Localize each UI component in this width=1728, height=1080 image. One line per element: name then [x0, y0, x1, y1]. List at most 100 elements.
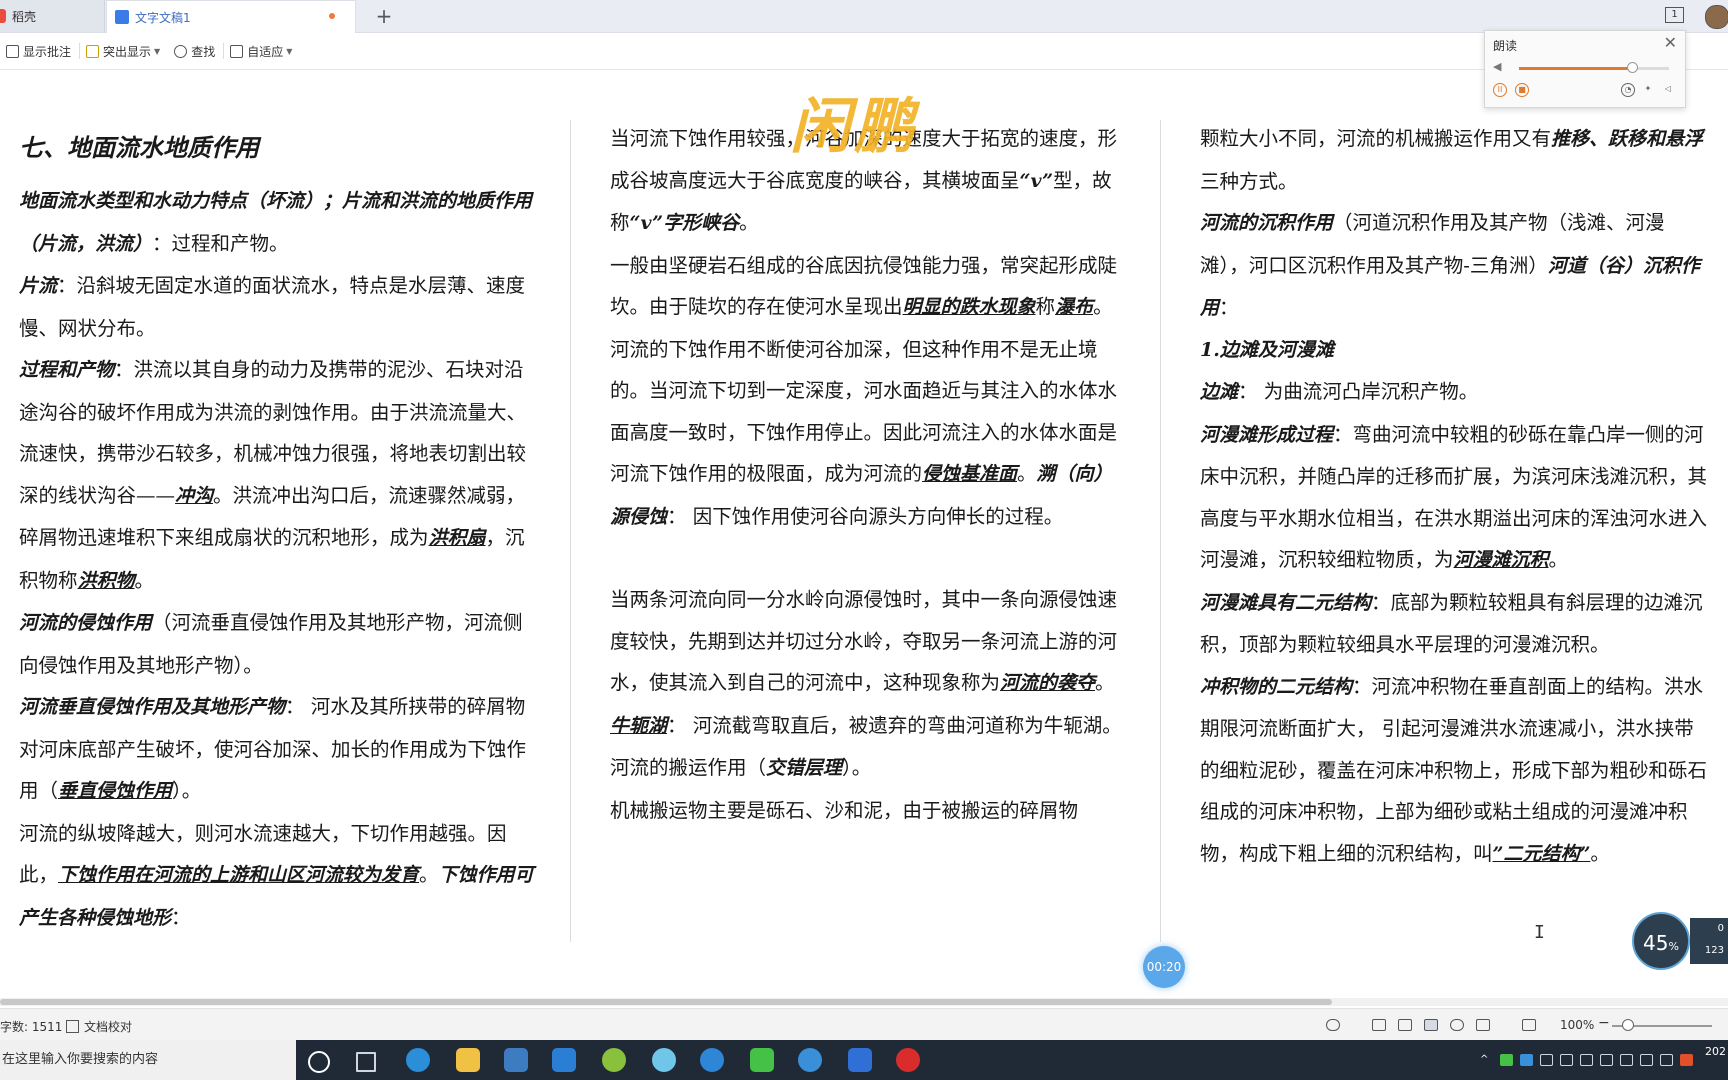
- paragraph: 河漫滩形成过程：弯曲河流中较粗的砂砾在靠凸岸一侧的河床中沉积，并随凸岸的迁移而扩…: [1200, 422, 1708, 572]
- watermark-logo: 闲鹏: [790, 92, 918, 162]
- paragraph: 冲积物的二元结构：河流冲积物在垂直剖面上的结构。洪水期限河流断面扩大， 引起河漫…: [1200, 674, 1708, 865]
- column-divider: [570, 120, 571, 942]
- highlight-button[interactable]: 突出显示 ▼: [86, 43, 160, 60]
- system-tray: ^ 202: [1478, 1040, 1728, 1080]
- settings-icon[interactable]: ◁: [1661, 83, 1675, 97]
- pen-icon[interactable]: [1476, 1019, 1490, 1031]
- fullscreen-icon[interactable]: [1522, 1019, 1536, 1031]
- wifi-icon[interactable]: [1580, 1054, 1593, 1066]
- page-fit-icon: [230, 44, 244, 58]
- paragraph: 片流：沿斜坡无固定水道的面状流水，特点是水层薄、速度慢、网状分布。: [19, 274, 526, 340]
- text-cursor-icon: I: [1534, 922, 1545, 943]
- tab-bar: 稻壳 文字文稿1 + 1: [0, 0, 1728, 33]
- zoom-out-icon[interactable]: −: [1598, 1015, 1610, 1031]
- volume-icon: ◀: [1493, 60, 1502, 73]
- network-speed-panel: 0 123: [1690, 918, 1728, 964]
- word-count[interactable]: 字数: 1511: [0, 1018, 62, 1035]
- tab-document[interactable]: 文字文稿1: [106, 0, 356, 33]
- horizontal-scrollbar[interactable]: [0, 998, 1728, 1006]
- paragraph: 河漫滩具有二元结构：底部为颗粒较粗具有斜层理的边滩沉积，顶部为颗粒较细具水平层理…: [1200, 590, 1703, 657]
- reading-view-icon[interactable]: [1424, 1019, 1438, 1031]
- zoom-level[interactable]: 100%: [1560, 1018, 1594, 1032]
- tab-docer[interactable]: 稻壳: [0, 0, 105, 32]
- taskbar-search-input[interactable]: 在这里输入你要搜索的内容: [0, 1040, 296, 1080]
- outline-view-icon[interactable]: [1398, 1019, 1412, 1031]
- volume-knob[interactable]: [1626, 62, 1638, 73]
- web-view-icon[interactable]: [1450, 1019, 1464, 1031]
- column-1: 七、地面流水地质作用 地面流水类型和水动力特点（坏流）；片流和洪流的地质作用（片…: [19, 118, 539, 939]
- toolbar-divider: [223, 43, 225, 59]
- sogou-tray-icon[interactable]: [1520, 1054, 1533, 1066]
- notification-icon[interactable]: [1620, 1054, 1633, 1066]
- wps-icon[interactable]: [848, 1048, 872, 1072]
- scrollbar-thumb[interactable]: [0, 999, 1332, 1005]
- mail-icon[interactable]: [552, 1048, 576, 1072]
- sogou-icon[interactable]: [798, 1048, 822, 1072]
- paragraph: 牛轭湖： 河流截弯取直后，被遗弃的弯曲河道称为牛轭湖。河流的搬运作用（交错层理）…: [610, 713, 1122, 780]
- task-view-icon[interactable]: [356, 1052, 376, 1072]
- paragraph: 一般由坚硬岩石组成的谷底因抗侵蚀能力强，常突起形成陡坎。由于陡坎的存在使河水呈现…: [610, 253, 1118, 319]
- ime-icon[interactable]: [1660, 1054, 1673, 1066]
- file-explorer-icon[interactable]: [456, 1048, 480, 1072]
- paragraph: 地面流水类型和水动力特点（坏流）；片流和洪流的地质作用（片流，洪流）：过程和产物…: [19, 190, 533, 255]
- paragraph: 河流的侵蚀作用（河流垂直侵蚀作用及其地形产物，河流侧向侵蚀作用及其地形产物）。: [19, 611, 523, 677]
- browser-icon[interactable]: [700, 1048, 724, 1072]
- zoom-knob[interactable]: [1622, 1019, 1634, 1031]
- music-app-icon[interactable]: [602, 1048, 626, 1072]
- paragraph: 河流的沉积作用（河道沉积作用及其产物（浅滩、河漫滩），河口区沉积作用及其产物-三…: [1200, 211, 1700, 319]
- clock[interactable]: 202: [1705, 1044, 1726, 1059]
- window-count-badge[interactable]: 1: [1665, 7, 1684, 23]
- page-view-icon[interactable]: [1372, 1019, 1386, 1031]
- memory-usage-bubble[interactable]: 45%: [1632, 912, 1690, 970]
- new-tab-button[interactable]: +: [372, 4, 396, 28]
- volume-icon[interactable]: [1640, 1054, 1653, 1066]
- document-area[interactable]: 七、地面流水地质作用 地面流水类型和水动力特点（坏流）；片流和洪流的地质作用（片…: [0, 70, 1728, 994]
- volume-slider[interactable]: [1519, 62, 1669, 73]
- search-icon: [174, 44, 188, 58]
- settings-app-icon[interactable]: [652, 1048, 676, 1072]
- voice-icon[interactable]: ✦: [1641, 83, 1655, 97]
- paragraph: 边滩： 为曲流河凸岸沉积产物。: [1200, 380, 1479, 403]
- close-icon[interactable]: ✕: [1664, 33, 1677, 52]
- wps-writer-icon: [115, 10, 129, 24]
- memory-usage-value: 45: [1643, 931, 1669, 955]
- edge-icon[interactable]: [406, 1048, 430, 1072]
- sub-heading: 1.边滩及河漫滩: [1200, 338, 1334, 361]
- taskbar: 在这里输入你要搜索的内容 ^ 202: [0, 1040, 1728, 1080]
- paragraph: 当两条河流向同一分水岭向源侵蚀时，其中一条向源侵蚀速度较快，先期到达并切过分水岭…: [610, 588, 1118, 694]
- paragraph: 机械搬运物主要是砾石、沙和泥，由于被搬运的碎屑物: [610, 798, 1079, 822]
- docer-icon: [0, 9, 6, 23]
- speed-icon[interactable]: ◔: [1621, 83, 1635, 97]
- unsaved-dot-icon: [329, 13, 335, 19]
- store-icon[interactable]: [504, 1048, 528, 1072]
- shield-icon[interactable]: [1540, 1054, 1553, 1066]
- column-divider: [1160, 120, 1161, 942]
- fit-button[interactable]: 自适应 ▼: [230, 43, 292, 60]
- eye-protection-icon[interactable]: [1326, 1019, 1340, 1031]
- proofread-button[interactable]: 文档校对: [66, 1018, 132, 1035]
- memory-usage-unit: %: [1668, 940, 1679, 953]
- wechat-icon[interactable]: [750, 1048, 774, 1072]
- show-comments-button[interactable]: 显示批注: [6, 43, 71, 60]
- download-speed: 123: [1704, 945, 1724, 956]
- wechat-tray-icon[interactable]: [1500, 1054, 1513, 1066]
- battery-icon[interactable]: [1560, 1054, 1573, 1066]
- section-title: 七、地面流水地质作用: [19, 133, 259, 162]
- pause-icon[interactable]: II: [1493, 83, 1507, 97]
- chevron-down-icon: ▼: [154, 46, 161, 56]
- antivirus-icon[interactable]: [1680, 1054, 1693, 1066]
- paragraph: 河流的下蚀作用不断使河谷加深，但这种作用不是无止境的。当河流下切到一定深度，河水…: [610, 337, 1118, 528]
- timer-badge[interactable]: 00:20: [1143, 946, 1185, 988]
- network-icon[interactable]: [1600, 1054, 1613, 1066]
- avatar[interactable]: [1705, 5, 1728, 29]
- paragraph: 河流垂直侵蚀作用及其地形产物： 河水及其所挟带的碎屑物对河床底部产生破坏，使河谷…: [19, 695, 527, 802]
- netease-music-icon[interactable]: [896, 1048, 920, 1072]
- chevron-down-icon: ▼: [286, 46, 293, 56]
- stop-icon[interactable]: ■: [1515, 83, 1529, 97]
- paragraph: 颗粒大小不同，河流的机械搬运作用又有推移、跃移和悬浮三种方式。: [1200, 127, 1704, 193]
- find-button[interactable]: 查找: [174, 43, 215, 60]
- read-aloud-panel: 朗读 ✕ ◀ II ■ ◔ ✦ ◁: [1484, 30, 1686, 108]
- chevron-up-icon[interactable]: ^: [1480, 1054, 1493, 1066]
- cortana-icon[interactable]: [308, 1051, 330, 1073]
